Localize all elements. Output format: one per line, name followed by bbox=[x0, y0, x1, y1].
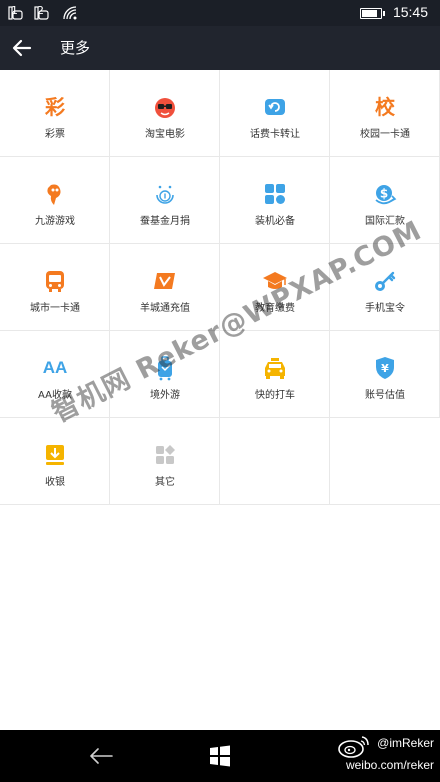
other-icon bbox=[156, 445, 175, 464]
service-label: 校园一卡通 bbox=[360, 129, 410, 140]
service-aa-collect[interactable]: AA AA收款 bbox=[0, 331, 110, 418]
taxi-icon bbox=[265, 358, 285, 379]
download-icon bbox=[46, 445, 64, 465]
service-label: 快的打车 bbox=[255, 390, 295, 401]
service-yangcheng-card[interactable]: 羊城通充值 bbox=[110, 244, 220, 331]
phone-card-transfer-icon bbox=[265, 99, 285, 115]
service-phone-card-transfer[interactable]: 话费卡转让 bbox=[220, 70, 330, 157]
service-donation[interactable]: 蚕基金月捐 bbox=[110, 157, 220, 244]
service-international-remittance[interactable]: $ 国际汇款 bbox=[330, 157, 440, 244]
shield-yen-icon: ¥ bbox=[376, 357, 394, 379]
service-overseas-travel[interactable]: 境外游 bbox=[110, 331, 220, 418]
service-taobao-movie[interactable]: 淘宝电影 bbox=[110, 70, 220, 157]
taobao-movie-icon bbox=[155, 98, 175, 118]
svg-text:$: $ bbox=[380, 187, 388, 201]
key-icon bbox=[375, 271, 396, 291]
service-label: 账号估值 bbox=[365, 390, 405, 401]
system-nav-bar: @imReker weibo.com/reker bbox=[0, 730, 440, 782]
service-education[interactable]: 教育缴费 bbox=[220, 244, 330, 331]
system-back-icon[interactable] bbox=[88, 744, 114, 768]
service-label: AA收款 bbox=[38, 390, 72, 401]
battery-icon bbox=[360, 8, 385, 19]
credit-url: weibo.com/reker bbox=[345, 758, 434, 772]
service-label: 城市一卡通 bbox=[30, 303, 80, 314]
empty-cell bbox=[330, 418, 440, 505]
service-lottery[interactable]: 彩 彩票 bbox=[0, 70, 110, 157]
service-cashier[interactable]: 收银 bbox=[0, 418, 110, 505]
jiuyou-game-icon bbox=[47, 184, 61, 205]
service-label: 装机必备 bbox=[255, 216, 295, 227]
apps-essential-icon bbox=[265, 184, 285, 204]
weibo-logo-icon bbox=[338, 736, 369, 758]
clock: 15:45 bbox=[392, 4, 428, 20]
service-label: 羊城通充值 bbox=[140, 303, 190, 314]
service-kuaidi-taxi[interactable]: 快的打车 bbox=[220, 331, 330, 418]
service-apps-essential[interactable]: 装机必备 bbox=[220, 157, 330, 244]
app-header: 更多 bbox=[0, 26, 440, 70]
city-card-icon bbox=[46, 271, 64, 292]
service-label: 手机宝令 bbox=[365, 303, 405, 314]
service-label: 收银 bbox=[45, 477, 65, 488]
service-label: 国际汇款 bbox=[365, 216, 405, 227]
service-city-card[interactable]: 城市一卡通 bbox=[0, 244, 110, 331]
international-remittance-icon: $ bbox=[375, 185, 397, 205]
service-campus-card[interactable]: 校 校园一卡通 bbox=[330, 70, 440, 157]
lottery-icon: 彩 bbox=[45, 95, 65, 119]
services-grid: 彩 彩票 淘宝电影 话费卡转让 校 校园一卡通 九游游戏 蚕基金月捐 装机必备 … bbox=[0, 70, 440, 505]
credit-handle: @imReker bbox=[377, 736, 434, 750]
donation-icon bbox=[156, 185, 174, 204]
windows-start-icon[interactable] bbox=[208, 744, 232, 768]
page-title: 更多 bbox=[60, 39, 91, 57]
svg-text:¥: ¥ bbox=[381, 362, 389, 375]
wifi-icon bbox=[63, 6, 77, 20]
service-label: 九游游戏 bbox=[35, 216, 75, 227]
service-label: 教育缴费 bbox=[255, 303, 295, 314]
service-other[interactable]: 其它 bbox=[110, 418, 220, 505]
back-arrow-icon[interactable] bbox=[10, 36, 34, 60]
signal-sim1-label: 1 bbox=[11, 4, 18, 17]
empty-cell bbox=[220, 418, 330, 505]
campus-card-icon: 校 bbox=[375, 95, 395, 119]
service-phone-token[interactable]: 手机宝令 bbox=[330, 244, 440, 331]
service-label: 蚕基金月捐 bbox=[140, 216, 190, 227]
service-label: 话费卡转让 bbox=[250, 129, 300, 140]
yangcheng-card-icon bbox=[154, 273, 175, 289]
signal-sim2-label: 2 bbox=[37, 4, 44, 17]
service-label: 彩票 bbox=[45, 129, 65, 140]
service-account-valuation[interactable]: ¥ 账号估值 bbox=[330, 331, 440, 418]
service-label: 境外游 bbox=[150, 390, 180, 401]
education-icon bbox=[263, 272, 287, 289]
service-label: 其它 bbox=[155, 477, 175, 488]
status-bar: 1 2 15:45 bbox=[0, 0, 440, 26]
service-jiuyou-game[interactable]: 九游游戏 bbox=[0, 157, 110, 244]
luggage-icon bbox=[158, 356, 172, 381]
service-label: 淘宝电影 bbox=[145, 129, 185, 140]
aa-collect-icon: AA bbox=[42, 358, 68, 377]
